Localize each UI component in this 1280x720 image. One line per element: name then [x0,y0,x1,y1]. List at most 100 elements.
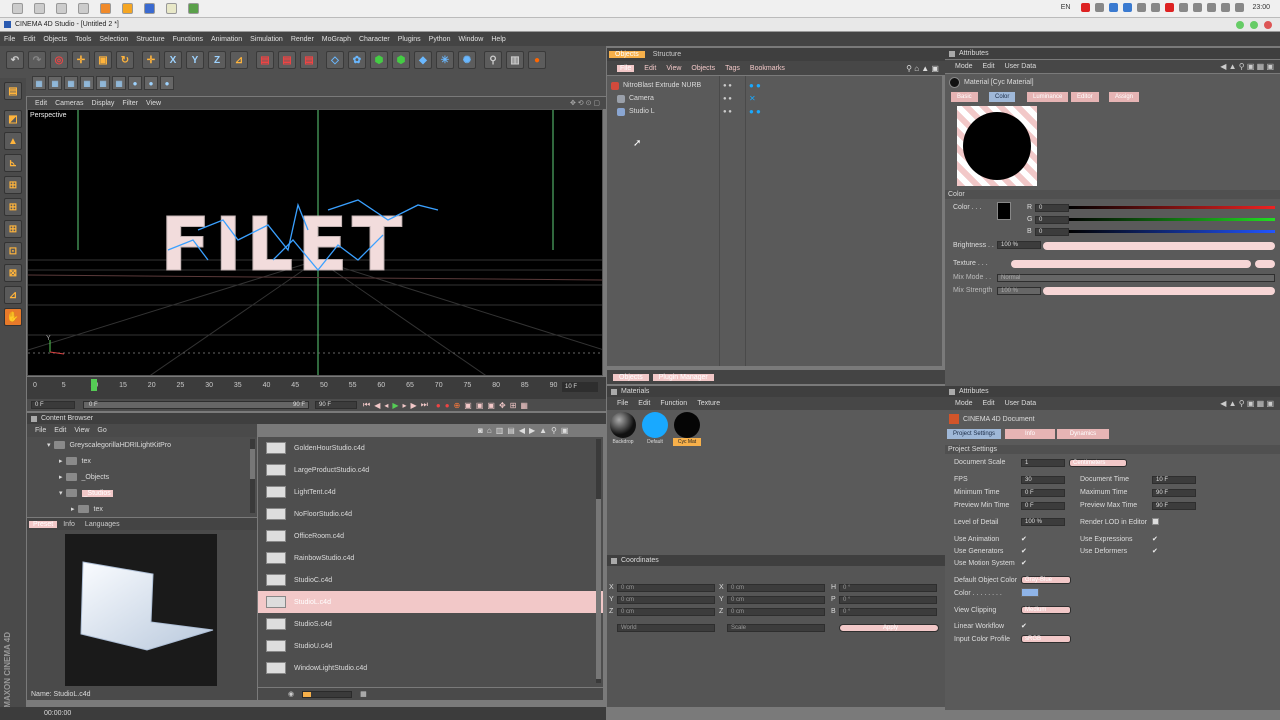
document-scale-unit-select[interactable]: Centimeters [1069,459,1127,467]
mode-icon[interactable]: ▦ [32,76,46,90]
render-settings-icon[interactable]: ▤ [300,51,318,69]
om-menu-objects[interactable]: Objects [691,65,715,72]
attr-menu-edit[interactable]: Edit [983,400,995,407]
prev-frame-icon[interactable]: ◂ [384,401,388,410]
om-menu-edit[interactable]: Edit [644,65,656,72]
polygons-mode-icon[interactable]: ⊞ [4,220,22,238]
end-frame-field[interactable]: 90 F [315,401,357,409]
coord-mode-select[interactable]: World [617,624,715,632]
visibility-dots-icon[interactable]: ● ● [723,96,732,102]
coordinate-system-icon[interactable]: ⊿ [230,51,248,69]
use-animation-checkbox[interactable]: ✔ [1021,535,1027,543]
record-key-icon[interactable]: ● [436,401,441,410]
use-generators-checkbox[interactable]: ✔ [1021,547,1027,555]
document-scale-field[interactable]: 1 [1021,459,1065,467]
r-field[interactable]: 0 [1035,204,1069,212]
up-icon[interactable]: ▲ [539,426,547,435]
use-motion-checkbox[interactable]: ✔ [1021,559,1027,567]
key-position-icon[interactable]: ▣ [464,401,472,410]
brightness-slider[interactable] [1043,242,1275,250]
viewport-menu-edit[interactable]: Edit [35,100,47,107]
g-slider[interactable] [1069,218,1275,221]
mode-icon[interactable]: ● [144,76,158,90]
file-list-item[interactable]: NoFloorStudio.c4d [258,503,603,525]
object-tags-icon[interactable]: ✕ [749,94,756,103]
play-icon[interactable]: ▶ [392,401,398,410]
visibility-dots-icon[interactable]: ● ● [723,109,732,115]
preview-range-slider[interactable]: 0 F 90 F [83,401,309,409]
menu-functions[interactable]: Functions [173,36,203,43]
tab-luminance[interactable]: Luminance [1027,92,1069,102]
key-param-icon[interactable]: ✥ [499,401,506,410]
fps-field[interactable]: 30 [1021,476,1065,484]
firefox-icon[interactable] [100,3,111,14]
presets-icon[interactable]: ▥ [496,426,504,435]
eye-icon[interactable]: ◉ [288,690,294,698]
lod-field[interactable]: 100 % [1021,518,1065,526]
app-icon[interactable] [56,3,67,14]
menu-edit[interactable]: Edit [23,36,35,43]
menu-file[interactable]: File [4,36,15,43]
use-expressions-checkbox[interactable]: ✔ [1152,535,1158,543]
file-list-scrollbar[interactable] [596,439,601,683]
attr-nav-icons[interactable]: ◀ ▲ ⚲ ▣ ▦ ▣ [1220,62,1274,71]
sculpt-icon[interactable]: ✋ [4,308,22,326]
texture-browse-button[interactable] [1255,260,1275,268]
x-axis-icon[interactable]: X [164,51,182,69]
linear-workflow-checkbox[interactable]: ✔ [1021,622,1027,630]
live-selection-icon[interactable]: ◎ [50,51,68,69]
g-field[interactable]: 0 [1035,216,1069,224]
tray-icon[interactable] [1123,3,1133,12]
folder-icon[interactable] [122,3,133,14]
tab-dynamics[interactable]: Dynamics [1057,429,1109,439]
tray-icon[interactable] [1193,3,1203,12]
visibility-dots-icon[interactable]: ● ● [723,83,732,89]
object-row[interactable]: Camera ● ● ✕ [607,92,942,105]
language-indicator[interactable]: EN [1061,4,1071,11]
app-icon[interactable] [12,3,23,14]
undo-icon[interactable]: ↶ [6,51,24,69]
menu-render[interactable]: Render [291,36,314,43]
y-axis-icon[interactable]: Y [186,51,204,69]
preview-max-field[interactable]: 90 F [1152,502,1196,510]
coord-value-field[interactable]: 0 ° [839,584,937,592]
record-icon[interactable]: ● [528,51,546,69]
app-icon[interactable] [166,3,177,14]
nurbs-icon[interactable]: ⬢ [370,51,388,69]
next-key-icon[interactable]: ▶ [411,401,417,410]
viewport-menu-display[interactable]: Display [91,100,114,107]
scale-icon[interactable]: ▣ [94,51,112,69]
coord-value-field[interactable]: 0 ° [839,596,937,604]
tab-project-settings[interactable]: Project Settings [947,429,1002,439]
viewport-nav-icons[interactable]: ✥ ⟲ ⊙ ▢ [570,99,600,107]
coord-size-select[interactable]: Scale [727,624,825,632]
mix-strength-slider[interactable] [1043,287,1275,295]
attr-menu-userdata[interactable]: User Data [1005,63,1037,70]
tray-icon[interactable] [1221,3,1231,12]
app-icon[interactable] [78,3,89,14]
points-mode-icon[interactable]: ⊞ [4,176,22,194]
om-menu-bookmarks[interactable]: Bookmarks [750,65,785,72]
viewport-menu-cameras[interactable]: Cameras [55,100,83,107]
default-object-color-select[interactable]: Gray-Blue [1021,576,1071,584]
viewport-menu-view[interactable]: View [146,100,161,107]
autokey-icon[interactable]: ● [445,401,450,410]
file-list-item[interactable]: RainbowStudio.c4d [258,547,603,569]
om-toolbar-icons[interactable]: ⚲ ⌂ ▲ ▣ [906,64,939,73]
file-list-item[interactable]: StudioU.c4d [258,635,603,657]
tab-objects[interactable]: Objects [609,51,645,58]
attr-menu-userdata[interactable]: User Data [1005,400,1037,407]
thumbnail-size-slider[interactable] [302,690,353,698]
key-pla-icon[interactable]: ⊞ [510,401,517,410]
maximize-button[interactable] [1250,21,1258,29]
cb-menu-view[interactable]: View [74,427,89,434]
attr-menu-mode[interactable]: Mode [955,400,973,407]
view-clipping-select[interactable]: Medium [1021,606,1071,614]
start-frame-field[interactable]: 0 F [31,401,75,409]
attr-nav-icons[interactable]: ◀ ▲ ⚲ ▣ ▦ ▣ [1220,399,1274,408]
file-list-item[interactable]: LargeProductStudio.c4d [258,459,603,481]
mode-icon[interactable]: ● [160,76,174,90]
clock[interactable]: 23:00 [1252,4,1270,11]
tab-color[interactable]: Color [989,92,1016,102]
render-lod-checkbox[interactable] [1152,518,1159,525]
